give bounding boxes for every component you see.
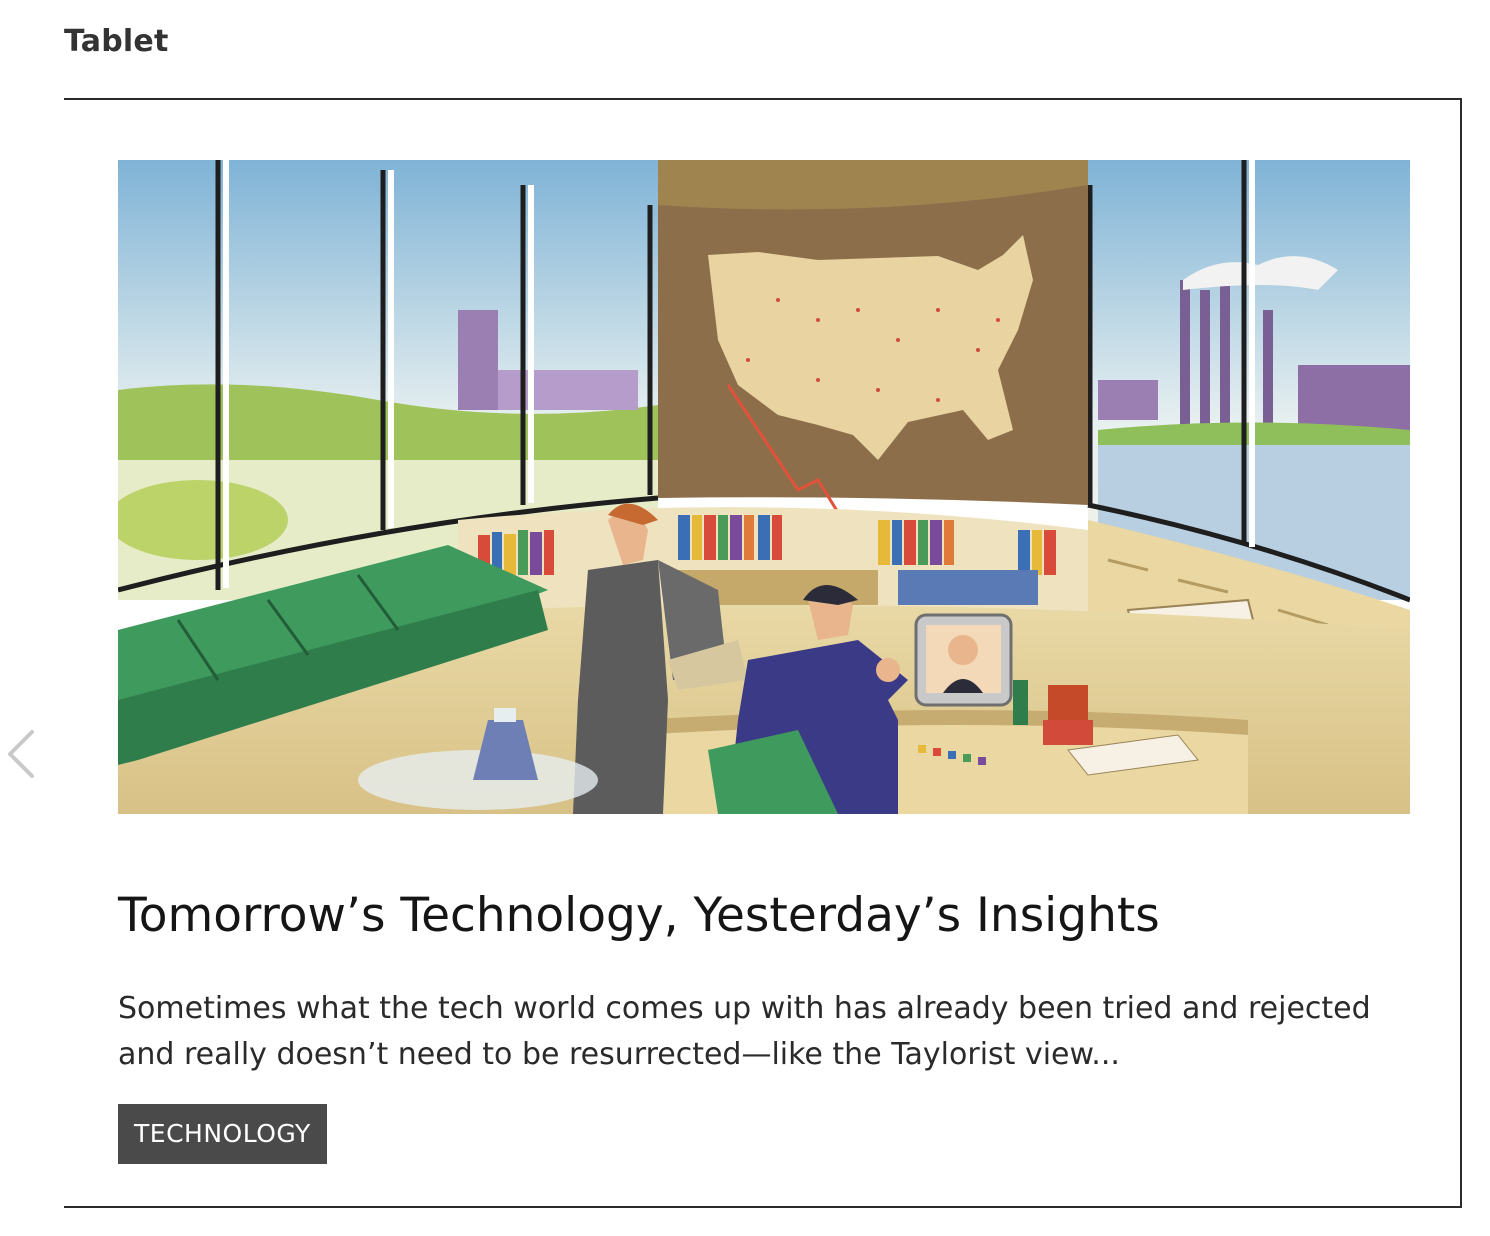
article-card[interactable]: Tomorrow’s Technology, Yesterday’s Insig…	[118, 160, 1410, 1164]
article-hero-image[interactable]	[118, 160, 1410, 814]
device-label: Tablet	[64, 24, 169, 59]
article-excerpt: Sometimes what the tech world comes up w…	[118, 991, 1371, 1072]
category-tag[interactable]: TECHNOLOGY	[118, 1104, 327, 1164]
chevron-left-icon[interactable]	[2, 728, 42, 780]
article-title[interactable]: Tomorrow’s Technology, Yesterday’s Insig…	[118, 886, 1410, 946]
